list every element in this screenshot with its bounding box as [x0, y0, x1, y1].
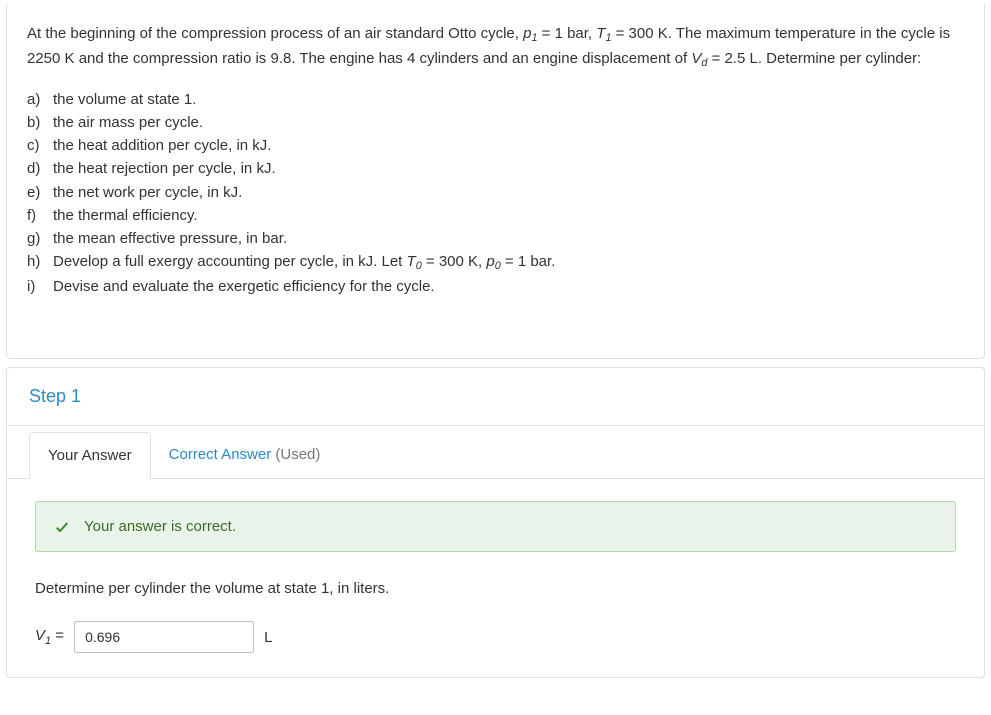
vd-var: V	[691, 50, 701, 67]
list-item: g)the mean effective pressure, in bar.	[27, 227, 964, 250]
item-text: the thermal efficiency.	[53, 204, 198, 227]
answer-var-label: V1 =	[35, 627, 64, 647]
item-text: the air mass per cycle.	[53, 111, 203, 134]
item-label: b)	[27, 111, 53, 134]
item-label: a)	[27, 88, 53, 111]
tab-correct-answer[interactable]: Correct Answer (Used)	[151, 432, 339, 479]
item-label: c)	[27, 134, 53, 157]
answer-unit: L	[264, 629, 272, 646]
p0-var: p	[486, 253, 494, 270]
tab-used-label: (Used)	[271, 446, 320, 463]
p1-val: = 1 bar,	[537, 25, 596, 42]
tab-body: Your answer is correct. Determine per cy…	[7, 479, 984, 677]
item-text: the volume at state 1.	[53, 88, 196, 111]
answer-row: V1 = L	[35, 621, 956, 653]
answer-eq: =	[51, 627, 64, 644]
step-prompt: Determine per cylinder the volume at sta…	[35, 580, 956, 597]
answer-input[interactable]	[74, 621, 254, 653]
tab-correct-label: Correct Answer	[169, 446, 272, 463]
item-text: the heat rejection per cycle, in kJ.	[53, 157, 276, 180]
t0-var: T	[407, 253, 416, 270]
item-text: the net work per cycle, in kJ.	[53, 181, 242, 204]
list-item: i)Devise and evaluate the exergetic effi…	[27, 275, 964, 298]
item-label: i)	[27, 275, 53, 298]
tab-your-answer[interactable]: Your Answer	[29, 432, 151, 479]
t0-val: = 300 K,	[422, 253, 487, 270]
question-list: a)the volume at state 1. b)the air mass …	[27, 88, 964, 299]
step-title: Step 1	[7, 368, 984, 426]
ih-pre: Develop a full exergy accounting per cyc…	[53, 253, 407, 270]
list-item: c)the heat addition per cycle, in kJ.	[27, 134, 964, 157]
list-item: a)the volume at state 1.	[27, 88, 964, 111]
item-label: f)	[27, 204, 53, 227]
tabs: Your Answer Correct Answer (Used)	[7, 432, 984, 479]
item-label: g)	[27, 227, 53, 250]
check-icon	[54, 519, 70, 535]
item-label: d)	[27, 157, 53, 180]
intro-text: At the beginning of the compression proc…	[27, 25, 523, 42]
answer-var: V	[35, 627, 45, 644]
item-text: the heat addition per cycle, in kJ.	[53, 134, 271, 157]
list-item: e)the net work per cycle, in kJ.	[27, 181, 964, 204]
item-text: Devise and evaluate the exergetic effici…	[53, 275, 435, 298]
step-panel: Step 1 Your Answer Correct Answer (Used)…	[6, 367, 985, 678]
item-label: e)	[27, 181, 53, 204]
item-text: Develop a full exergy accounting per cyc…	[53, 250, 555, 275]
p0-val: = 1 bar.	[501, 253, 556, 270]
list-item: d)the heat rejection per cycle, in kJ.	[27, 157, 964, 180]
item-label: h)	[27, 250, 53, 275]
question-intro: At the beginning of the compression proc…	[27, 22, 964, 72]
list-item: b)the air mass per cycle.	[27, 111, 964, 134]
question-panel: At the beginning of the compression proc…	[6, 4, 985, 359]
list-item: f)the thermal efficiency.	[27, 204, 964, 227]
list-item: h) Develop a full exergy accounting per …	[27, 250, 964, 275]
item-text: the mean effective pressure, in bar.	[53, 227, 287, 250]
feedback-text: Your answer is correct.	[84, 518, 236, 535]
feedback-banner: Your answer is correct.	[35, 501, 956, 552]
vd-val: = 2.5 L. Determine per cylinder:	[707, 50, 921, 67]
